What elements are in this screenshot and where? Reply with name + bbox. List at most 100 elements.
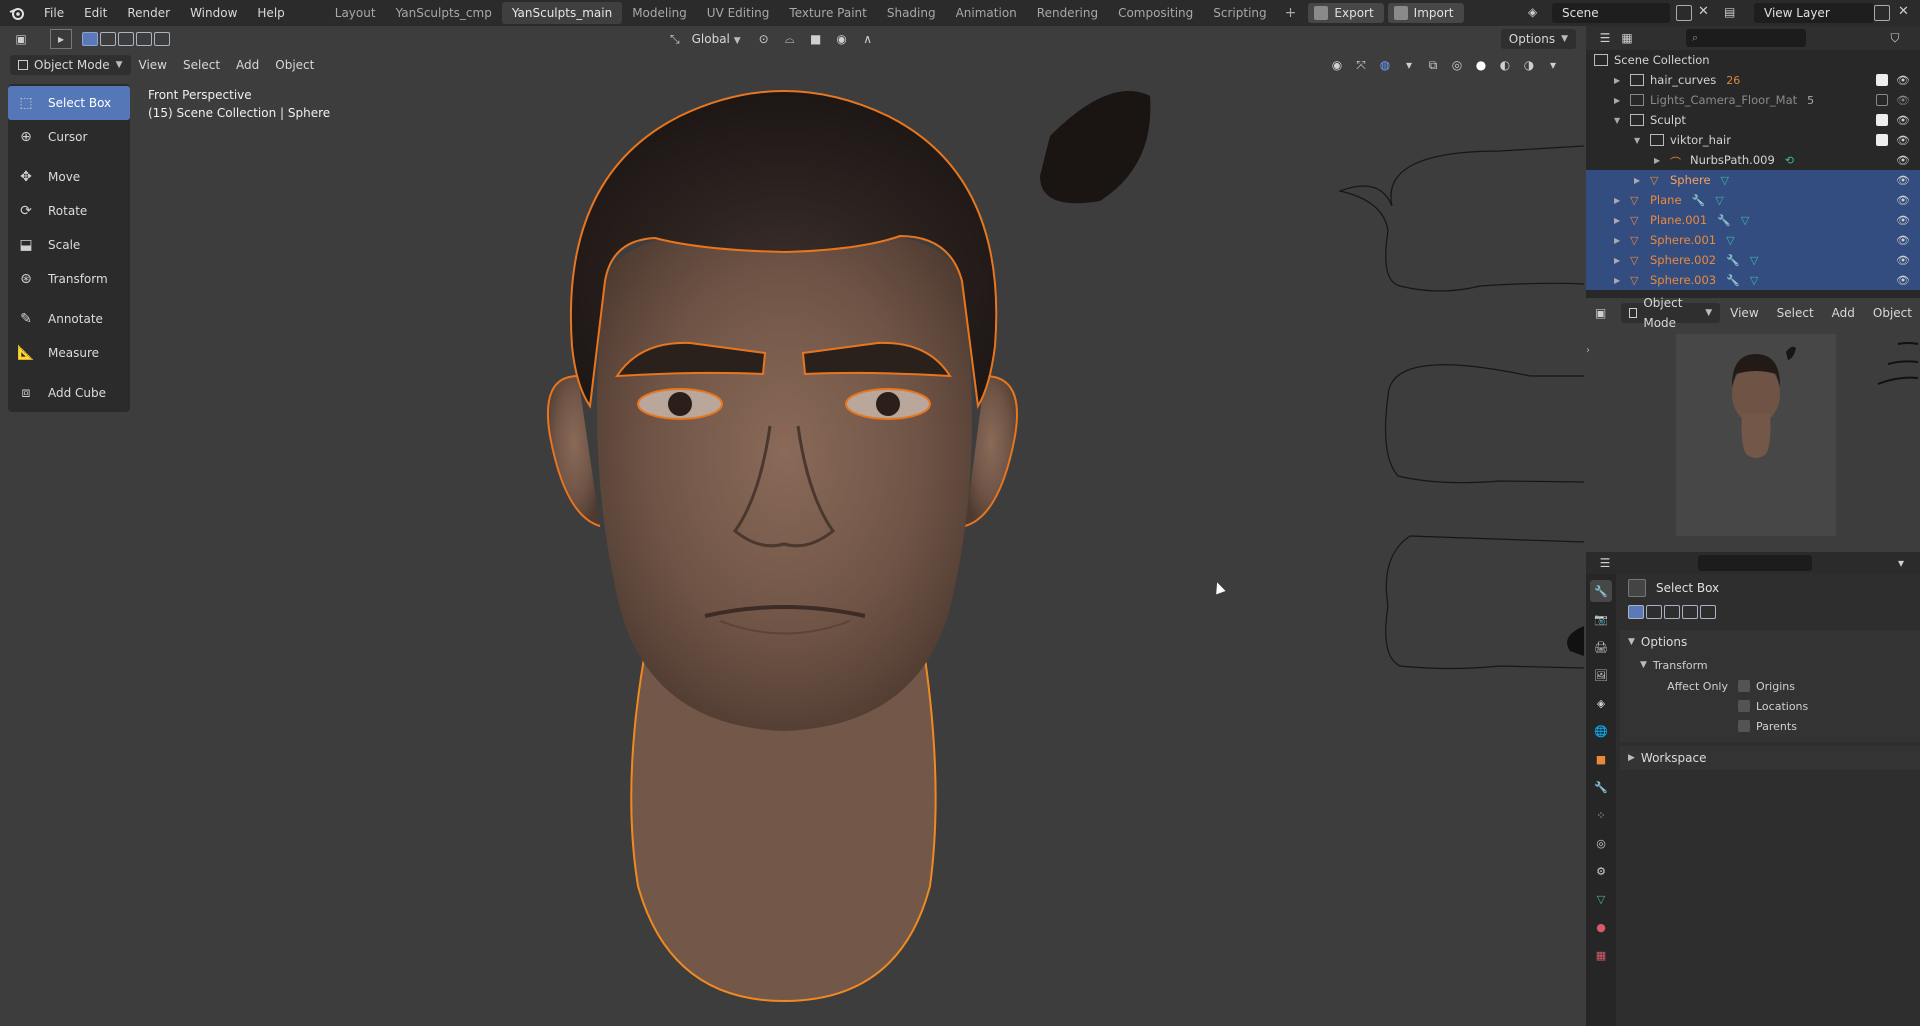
outliner-row-hair-curves[interactable]: ▶ hair_curves 26 👁 <box>1586 70 1920 90</box>
head-sculpt-model[interactable] <box>0 26 1584 1026</box>
tab-uv-editing[interactable]: UV Editing <box>697 2 780 24</box>
menu-edit[interactable]: Edit <box>74 0 117 26</box>
locations-checkbox[interactable] <box>1738 700 1750 712</box>
expand-icon[interactable]: ▶ <box>1614 216 1624 225</box>
tab-rendering[interactable]: Rendering <box>1027 2 1108 24</box>
scene-selector-icon[interactable]: ◈ <box>1528 5 1550 21</box>
preview-mode-dropdown[interactable]: Object Mode ▼ <box>1621 296 1721 330</box>
render-tab-icon[interactable]: 📷 <box>1590 608 1612 630</box>
modifier-tab-icon[interactable]: 🔧 <box>1590 776 1612 798</box>
eye-icon[interactable]: 👁 <box>1896 274 1910 287</box>
view-layer-tab-icon[interactable]: 🖼 <box>1590 664 1612 686</box>
mesh-data-tab-icon[interactable]: ▽ <box>1590 888 1612 910</box>
constraints-tab-icon[interactable]: ⚙ <box>1590 860 1612 882</box>
scene-collection-row[interactable]: Scene Collection <box>1586 50 1920 70</box>
tab-shading[interactable]: Shading <box>877 2 946 24</box>
outliner-row-plane-001[interactable]: ▶ ▽ Plane.001 🔧 ▽ 👁 <box>1586 210 1920 230</box>
expand-icon[interactable]: ▶ <box>1634 176 1644 185</box>
preview-menu-add[interactable]: Add <box>1824 303 1863 323</box>
select-extend-icon[interactable] <box>1646 605 1662 619</box>
options-panel-header[interactable]: ▼ Options <box>1620 630 1920 654</box>
new-view-layer-icon[interactable] <box>1874 5 1890 21</box>
outliner-row-plane[interactable]: ▶ ▽ Plane 🔧 ▽ 👁 <box>1586 190 1920 210</box>
view-layer-icon[interactable]: ▤ <box>1724 5 1746 21</box>
blender-logo-icon[interactable] <box>0 0 34 26</box>
exclude-checkbox[interactable] <box>1876 74 1888 86</box>
remove-scene-icon[interactable]: ✕ <box>1698 4 1709 19</box>
outliner-row-sphere-002[interactable]: ▶ ▽ Sphere.002 🔧 ▽ 👁 <box>1586 250 1920 270</box>
menu-help[interactable]: Help <box>247 0 294 26</box>
workspace-panel-header[interactable]: ▶ Workspace <box>1620 746 1920 770</box>
menu-window[interactable]: Window <box>180 0 247 26</box>
outliner-editor-icon[interactable]: ☰ <box>1594 28 1616 48</box>
menu-render[interactable]: Render <box>117 0 180 26</box>
remove-view-layer-icon[interactable]: ✕ <box>1898 4 1909 19</box>
tab-texture-paint[interactable]: Texture Paint <box>779 2 876 24</box>
view-layer-field[interactable]: View Layer <box>1754 3 1874 23</box>
expand-icon[interactable]: ▶ <box>1614 256 1624 265</box>
tab-yansculpts-cmp[interactable]: YanSculpts_cmp <box>386 2 502 24</box>
texture-tab-icon[interactable]: ▦ <box>1590 944 1612 966</box>
scene-tab-icon[interactable]: ◈ <box>1590 692 1612 714</box>
parents-checkbox[interactable] <box>1738 720 1750 732</box>
3d-viewport[interactable]: ▣ ▸ ⤡ Global ▼ ⊙ ⌓ ■ ◉ ∧ Options ▼ Object… <box>0 26 1584 1026</box>
eye-icon[interactable]: 👁 <box>1896 214 1910 227</box>
expand-icon[interactable]: ▶ <box>1614 76 1624 85</box>
expand-icon[interactable]: ▶ <box>1654 156 1664 165</box>
outliner-row-viktor-hair[interactable]: ▼ viktor_hair 👁 <box>1586 130 1920 150</box>
origins-checkbox[interactable] <box>1738 680 1750 692</box>
sidebar-toggle-icon[interactable]: › <box>1586 345 1590 356</box>
filter-icon[interactable]: ⛉ <box>1884 28 1906 48</box>
outliner-row-nurbspath[interactable]: ▶ ⌒ NurbsPath.009 ⟲ 👁 <box>1586 150 1920 170</box>
outliner-row-lights[interactable]: ▶ Lights_Camera_Floor_Mat 5 👁 <box>1586 90 1920 110</box>
outliner-row-sphere-003[interactable]: ▶ ▽ Sphere.003 🔧 ▽ 👁 <box>1586 270 1920 290</box>
exclude-checkbox[interactable] <box>1876 134 1888 146</box>
tab-yansculpts-main[interactable]: YanSculpts_main <box>501 2 623 24</box>
expand-icon[interactable]: ▶ <box>1614 276 1624 285</box>
eye-icon[interactable]: 👁 <box>1896 134 1910 147</box>
material-tab-icon[interactable]: ● <box>1590 916 1612 938</box>
preview-menu-object[interactable]: Object <box>1865 303 1920 323</box>
preview-menu-view[interactable]: View <box>1722 303 1766 323</box>
export-button[interactable]: Export <box>1308 3 1384 23</box>
outliner-search-input[interactable]: ⌕ <box>1686 29 1806 47</box>
tab-layout[interactable]: Layout <box>325 2 386 24</box>
import-button[interactable]: Import <box>1387 3 1464 23</box>
eye-icon[interactable]: 👁 <box>1896 194 1910 207</box>
select-new-icon[interactable] <box>1628 605 1644 619</box>
tab-scripting[interactable]: Scripting <box>1203 2 1276 24</box>
new-scene-icon[interactable] <box>1676 5 1692 21</box>
outliner-row-sculpt[interactable]: ▼ Sculpt 👁 <box>1586 110 1920 130</box>
tab-animation[interactable]: Animation <box>946 2 1027 24</box>
eye-icon[interactable]: 👁 <box>1896 234 1910 247</box>
expand-icon[interactable]: ▶ <box>1614 196 1624 205</box>
expand-icon[interactable]: ▶ <box>1614 236 1624 245</box>
particles-tab-icon[interactable]: ⁘ <box>1590 804 1612 826</box>
editor-type-icon[interactable]: ▣ <box>1592 303 1609 323</box>
exclude-checkbox[interactable] <box>1876 94 1888 106</box>
select-subtract-icon[interactable] <box>1664 605 1680 619</box>
expand-icon[interactable]: ▶ <box>1614 96 1624 105</box>
output-tab-icon[interactable]: 🖨 <box>1590 636 1612 658</box>
eye-icon[interactable]: 👁 <box>1896 174 1910 187</box>
outliner-row-sphere-001[interactable]: ▶ ▽ Sphere.001 ▽ 👁 <box>1586 230 1920 250</box>
transform-subpanel-header[interactable]: ▼ Transform <box>1620 654 1920 676</box>
select-invert-icon[interactable] <box>1682 605 1698 619</box>
exclude-checkbox[interactable] <box>1876 114 1888 126</box>
tool-tab-icon[interactable]: 🔧 <box>1590 580 1612 602</box>
scene-name-field[interactable]: Scene <box>1552 3 1670 23</box>
display-mode-icon[interactable]: ▦ <box>1616 28 1638 48</box>
eye-icon[interactable]: 👁 <box>1896 94 1910 107</box>
eye-icon[interactable]: 👁 <box>1896 254 1910 267</box>
eye-icon[interactable]: 👁 <box>1896 114 1910 127</box>
world-tab-icon[interactable]: 🌐 <box>1590 720 1612 742</box>
tab-compositing[interactable]: Compositing <box>1108 2 1203 24</box>
collapse-icon[interactable]: ▼ <box>1634 136 1644 145</box>
eye-icon[interactable]: 👁 <box>1896 74 1910 87</box>
object-tab-icon[interactable]: ■ <box>1590 748 1612 770</box>
eye-icon[interactable]: 👁 <box>1896 154 1910 167</box>
add-workspace-icon[interactable]: + <box>1277 5 1305 21</box>
collapse-icon[interactable]: ▼ <box>1614 116 1624 125</box>
camera-preview-viewport[interactable]: ▣ Object Mode ▼ View Select Add Object › <box>1586 296 1920 550</box>
select-intersect-icon[interactable] <box>1700 605 1716 619</box>
